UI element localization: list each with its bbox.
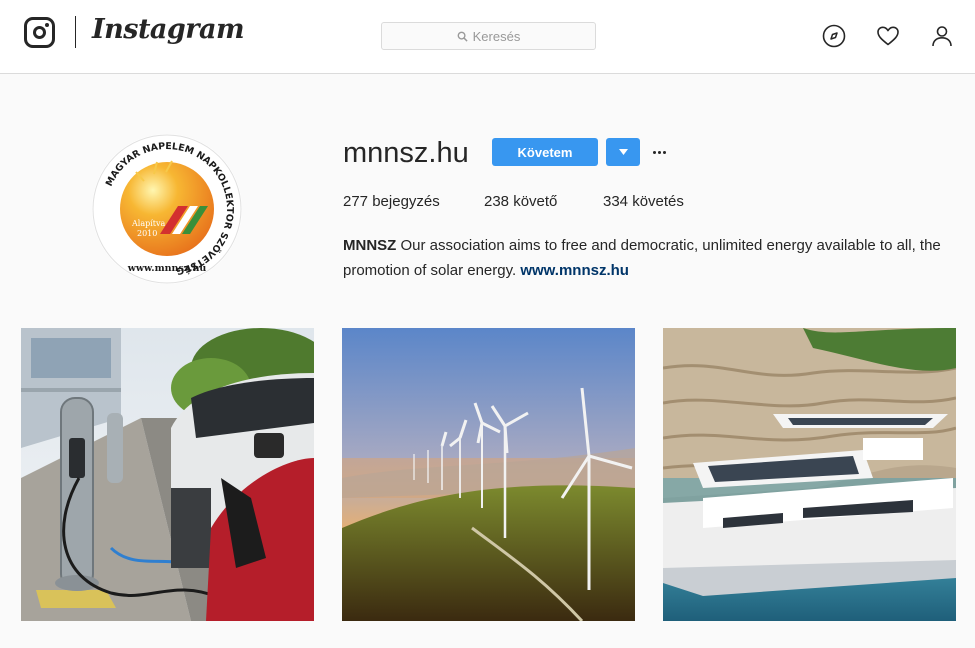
post-thumbnail-solar-yacht[interactable] [663, 328, 956, 621]
instagram-camera-icon[interactable] [24, 17, 55, 48]
following-label: követés [632, 193, 684, 210]
followers-stat[interactable]: 238 követő [484, 193, 557, 210]
following-stat[interactable]: 334 követés [603, 193, 684, 210]
profile-user-icon[interactable] [929, 23, 955, 49]
bio-website-link[interactable]: www.mnnsz.hu [520, 262, 629, 279]
logo-founded-text: Alapítva [131, 219, 166, 228]
follow-button[interactable]: Követem [492, 138, 598, 166]
profile-username: mnnsz.hu [343, 137, 469, 169]
search-input[interactable]: Keresés [381, 22, 596, 50]
activity-heart-icon[interactable] [875, 23, 901, 49]
suggestions-dropdown-button[interactable] [606, 138, 640, 166]
search-icon [457, 31, 468, 42]
following-count: 334 [603, 193, 629, 210]
top-navigation: Instagram Keresés [0, 0, 975, 74]
bio-text: Our association aims to free and democra… [343, 237, 941, 279]
posts-count-stat: 277 bejegyzés [343, 193, 440, 210]
caret-down-icon [618, 149, 628, 155]
followers-label: követő [513, 193, 558, 210]
svg-text:2010: 2010 [137, 229, 157, 238]
post-thumbnail-ev-charging[interactable] [21, 328, 314, 621]
bio-full-name: MNNSZ [343, 237, 397, 254]
explore-compass-icon[interactable] [821, 23, 847, 49]
instagram-wordmark[interactable]: Instagram [92, 14, 245, 45]
posts-label: bejegyzés [372, 193, 440, 210]
more-options-icon[interactable] [649, 143, 669, 161]
profile-bio: MNNSZ Our association aims to free and d… [343, 233, 963, 283]
posts-count: 277 [343, 193, 369, 210]
post-thumbnail-wind-turbines[interactable] [342, 328, 635, 621]
profile-avatar[interactable]: Alapítva 2010 MAGYAR NAPELEM NAPKOLLEKTO… [92, 134, 242, 284]
search-placeholder: Keresés [472, 28, 521, 44]
followers-count: 238 [484, 193, 510, 210]
logo-url-text: www.mnnsz.hu [127, 263, 207, 274]
nav-divider [75, 16, 76, 48]
